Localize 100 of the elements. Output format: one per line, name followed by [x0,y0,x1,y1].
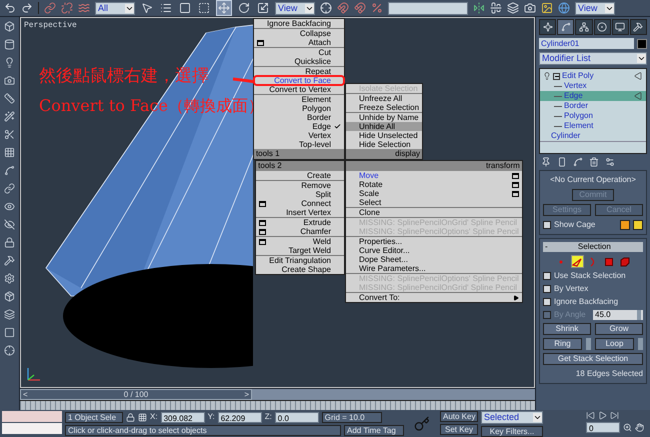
checkbox[interactable] [543,298,551,306]
menu-item[interactable]: Vertex [254,131,344,140]
loop-button[interactable]: Loop [595,338,634,350]
magnet-icon[interactable] [337,2,349,14]
menu-item[interactable]: Create [256,171,344,180]
skip-forward-icon[interactable] [610,411,619,420]
settings-icon[interactable] [605,157,615,167]
frame-spinner[interactable]: 0 [586,422,620,433]
menu-item[interactable]: Wire Parameters... [346,264,522,273]
polygon-icon[interactable] [602,255,616,268]
scissors-icon[interactable] [4,129,15,140]
gizmo-icon[interactable] [634,72,642,80]
menu-item[interactable]: Properties... [346,237,522,246]
z-coordinate-field[interactable]: 0.0 [274,412,319,422]
key-mode-dropdown[interactable]: Selected [481,411,543,424]
grid-icon[interactable] [138,412,147,422]
x-coordinate-field[interactable]: 309.082 [160,412,205,422]
crosshair-icon[interactable] [4,345,15,356]
grow-button[interactable]: Grow [595,323,643,335]
menu-item[interactable]: Edit Triangulation [256,256,344,265]
stack-item[interactable]: Cylinder [540,131,646,141]
box-icon[interactable] [4,21,15,32]
collapse-icon[interactable] [553,72,560,80]
selection-filter-dropdown[interactable]: All [95,2,135,14]
menu-item[interactable]: Split [256,190,344,199]
skip-back-icon[interactable] [586,411,595,420]
menu-item[interactable]: Clone [346,208,522,217]
hand-icon[interactable] [635,423,644,432]
panel-tab[interactable] [557,19,574,35]
menu-item[interactable]: Target Weld [256,246,344,255]
set-key-button[interactable]: Set Key [440,424,478,435]
script-output-field[interactable] [2,423,62,434]
menu-item[interactable]: Border [254,113,344,122]
menu-item[interactable]: Extrude [256,218,344,227]
object-name-field[interactable]: Cylinder01 [539,38,634,49]
menu-item[interactable]: Edge [254,122,344,131]
menu-item[interactable]: Ignore Backfacing [254,19,344,28]
time-slider-thumb[interactable]: < 0 / 100 > [20,389,252,400]
previous-frame-arrow[interactable]: < [21,390,30,400]
menu-item[interactable]: Dope Sheet... [346,255,522,264]
settings-icon[interactable] [4,273,15,284]
eye-icon[interactable] [4,201,15,212]
play-icon[interactable] [598,411,607,420]
zoom-icon[interactable] [623,423,632,432]
menu-item[interactable]: Unhide All [346,122,422,131]
layers-icon[interactable] [507,2,519,14]
add-time-tag-button[interactable]: Add Time Tag [344,425,404,436]
pin-icon[interactable] [541,157,551,167]
link-icon[interactable] [44,2,56,14]
percent-icon[interactable] [371,2,383,14]
edge-icon[interactable] [570,255,584,268]
named-selection-field[interactable] [388,2,468,14]
cube-icon[interactable] [618,255,632,268]
menu-item[interactable]: Unhide by Name [346,113,422,122]
menu-item[interactable]: Collapse [254,29,344,38]
menu-item[interactable]: Cut [254,48,344,57]
ruler-icon[interactable] [4,93,15,104]
menu-item[interactable]: Hide Selection [346,140,422,149]
checkbox[interactable] [543,221,551,229]
menu-item[interactable]: Connect [256,199,344,208]
undo-icon[interactable] [4,2,16,14]
menu-item[interactable]: Freeze Selection [346,103,422,112]
menu-item[interactable]: Move [346,171,522,180]
menu-item[interactable]: Select [346,198,522,207]
menu-item[interactable]: Convert to Face [254,76,344,85]
checkbox[interactable] [543,285,551,293]
package-icon[interactable] [4,291,15,302]
picture-icon[interactable] [541,2,553,14]
menu-item[interactable]: Quickslice [254,57,344,66]
menu-item[interactable]: Polygon [254,104,344,113]
angle-spinner[interactable]: 45.0 [593,310,643,320]
grid-icon[interactable] [4,147,15,158]
y-coordinate-field[interactable]: 62.209 [218,412,262,422]
trackbar[interactable] [20,400,535,410]
redo-icon[interactable] [21,2,33,14]
perspective-viewport[interactable] [20,17,535,388]
eye-off-icon[interactable] [4,219,15,230]
stack-subitem[interactable]: Vertex [540,81,646,91]
panel-tab[interactable] [612,19,629,35]
menu-item[interactable]: Weld [256,237,344,246]
cylinder-icon[interactable] [4,39,15,50]
menu-item[interactable]: Curve Editor... [346,246,522,255]
link-icon[interactable] [4,183,15,194]
cage-color-swatch[interactable] [633,220,643,230]
spline-icon[interactable] [4,165,15,176]
lock-icon[interactable] [4,237,15,248]
shrink-button[interactable]: Shrink [543,323,591,335]
menu-item[interactable]: Repeat [254,67,344,76]
wave-icon[interactable] [78,2,90,14]
panel-tab[interactable] [575,19,593,35]
menu-item[interactable]: Chamfer [256,227,344,236]
menu-item[interactable]: Convert To: [346,293,522,302]
lock-icon[interactable] [126,412,135,422]
stack-subitem[interactable]: Polygon [540,111,646,121]
menu-item[interactable]: Insert Vertex [256,208,344,217]
script-listener-field[interactable] [2,411,62,422]
collapse-sign[interactable]: - [545,242,548,252]
checkbox[interactable] [543,272,551,280]
menu-item[interactable]: Rotate [346,180,522,189]
coordinate-system-dropdown[interactable]: View [275,2,315,14]
